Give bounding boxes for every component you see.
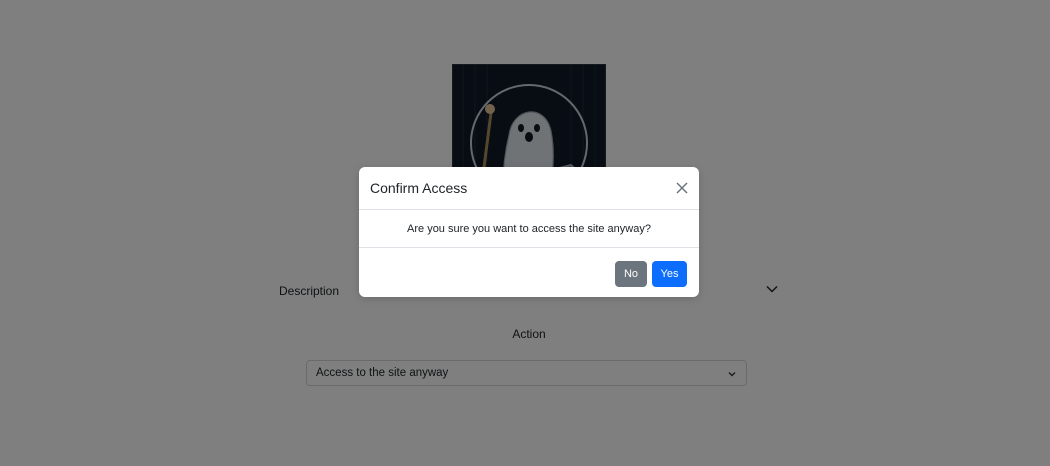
modal-header: Confirm Access [359,167,699,210]
modal-footer: No Yes [359,248,699,297]
modal-body: Are you sure you want to access the site… [359,210,699,248]
close-icon [676,182,688,194]
confirm-message: Are you sure you want to access the site… [407,223,651,235]
close-button[interactable] [674,180,690,196]
no-button[interactable]: No [615,261,647,287]
modal-title: Confirm Access [370,180,468,196]
confirm-access-dialog: Confirm Access Are you sure you want to … [359,167,699,297]
yes-button[interactable]: Yes [652,261,687,287]
